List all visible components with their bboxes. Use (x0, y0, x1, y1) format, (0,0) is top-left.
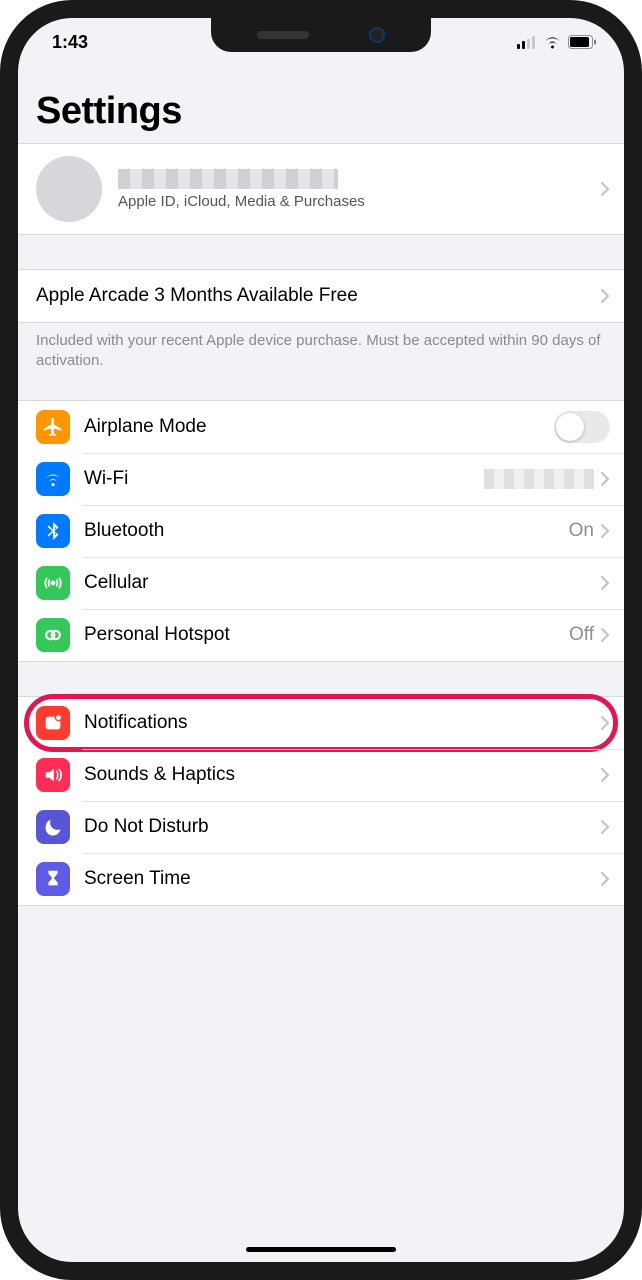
status-time: 1:43 (52, 32, 88, 53)
wifi-status-icon (543, 35, 562, 49)
sounds-icon (36, 758, 70, 792)
cell-signal-icon (517, 36, 537, 49)
chevron-right-icon (600, 471, 610, 487)
hotspot-value: Off (569, 624, 594, 646)
spacer (18, 388, 624, 400)
bluetooth-icon (36, 514, 70, 548)
wifi-icon (36, 462, 70, 496)
cellular-label: Cellular (84, 572, 600, 594)
sounds-label: Sounds & Haptics (84, 764, 600, 786)
notifications-icon (36, 706, 70, 740)
airplane-toggle[interactable] (554, 411, 610, 443)
dnd-label: Do Not Disturb (84, 816, 600, 838)
chevron-right-icon (600, 819, 610, 835)
chevron-right-icon (600, 181, 610, 197)
row-wifi[interactable]: Wi-Fi (18, 453, 624, 505)
row-apple-id[interactable]: Apple ID, iCloud, Media & Purchases (18, 144, 624, 234)
row-personal-hotspot[interactable]: Personal Hotspot Off (18, 609, 624, 661)
wifi-label: Wi-Fi (84, 468, 484, 490)
group-profile: Apple ID, iCloud, Media & Purchases (18, 143, 624, 235)
hotspot-icon (36, 618, 70, 652)
row-bluetooth[interactable]: Bluetooth On (18, 505, 624, 557)
hourglass-icon (36, 862, 70, 896)
phone-frame: 1:43 Settings Apple ID, iCloud, Media & … (0, 0, 642, 1280)
chevron-right-icon (600, 575, 610, 591)
screentime-label: Screen Time (84, 868, 600, 890)
airplane-icon (36, 410, 70, 444)
row-apple-arcade-promo[interactable]: Apple Arcade 3 Months Available Free (18, 270, 624, 322)
group-promo: Apple Arcade 3 Months Available Free (18, 269, 624, 323)
row-do-not-disturb[interactable]: Do Not Disturb (18, 801, 624, 853)
group-system: Notifications Sounds & Haptics Do Not Di… (18, 696, 624, 906)
moon-icon (36, 810, 70, 844)
battery-icon (568, 35, 596, 49)
wifi-value-redacted (484, 469, 594, 489)
chevron-right-icon (600, 627, 610, 643)
row-notifications[interactable]: Notifications (18, 697, 624, 749)
device-notch (211, 18, 431, 52)
row-sounds-haptics[interactable]: Sounds & Haptics (18, 749, 624, 801)
spacer (18, 662, 624, 696)
bluetooth-value: On (569, 520, 594, 542)
page-title: Settings (36, 90, 606, 133)
notifications-label: Notifications (84, 712, 600, 734)
profile-subtitle: Apple ID, iCloud, Media & Purchases (118, 193, 600, 210)
airplane-label: Airplane Mode (84, 416, 554, 438)
bluetooth-label: Bluetooth (84, 520, 569, 542)
chevron-right-icon (600, 767, 610, 783)
row-screen-time[interactable]: Screen Time (18, 853, 624, 905)
promo-label: Apple Arcade 3 Months Available Free (36, 285, 600, 307)
chevron-right-icon (600, 288, 610, 304)
chevron-right-icon (600, 715, 610, 731)
row-airplane-mode[interactable]: Airplane Mode (18, 401, 624, 453)
cellular-icon (36, 566, 70, 600)
page-header: Settings (18, 66, 624, 143)
row-cellular[interactable]: Cellular (18, 557, 624, 609)
spacer (18, 235, 624, 269)
chevron-right-icon (600, 523, 610, 539)
group-connectivity: Airplane Mode Wi-Fi Bluetooth On Cellula… (18, 400, 624, 662)
status-indicators (517, 35, 596, 49)
hotspot-label: Personal Hotspot (84, 624, 569, 646)
profile-name-redacted (118, 169, 338, 189)
home-indicator[interactable] (246, 1247, 396, 1252)
chevron-right-icon (600, 871, 610, 887)
promo-footer: Included with your recent Apple device p… (18, 323, 624, 388)
avatar (36, 156, 102, 222)
